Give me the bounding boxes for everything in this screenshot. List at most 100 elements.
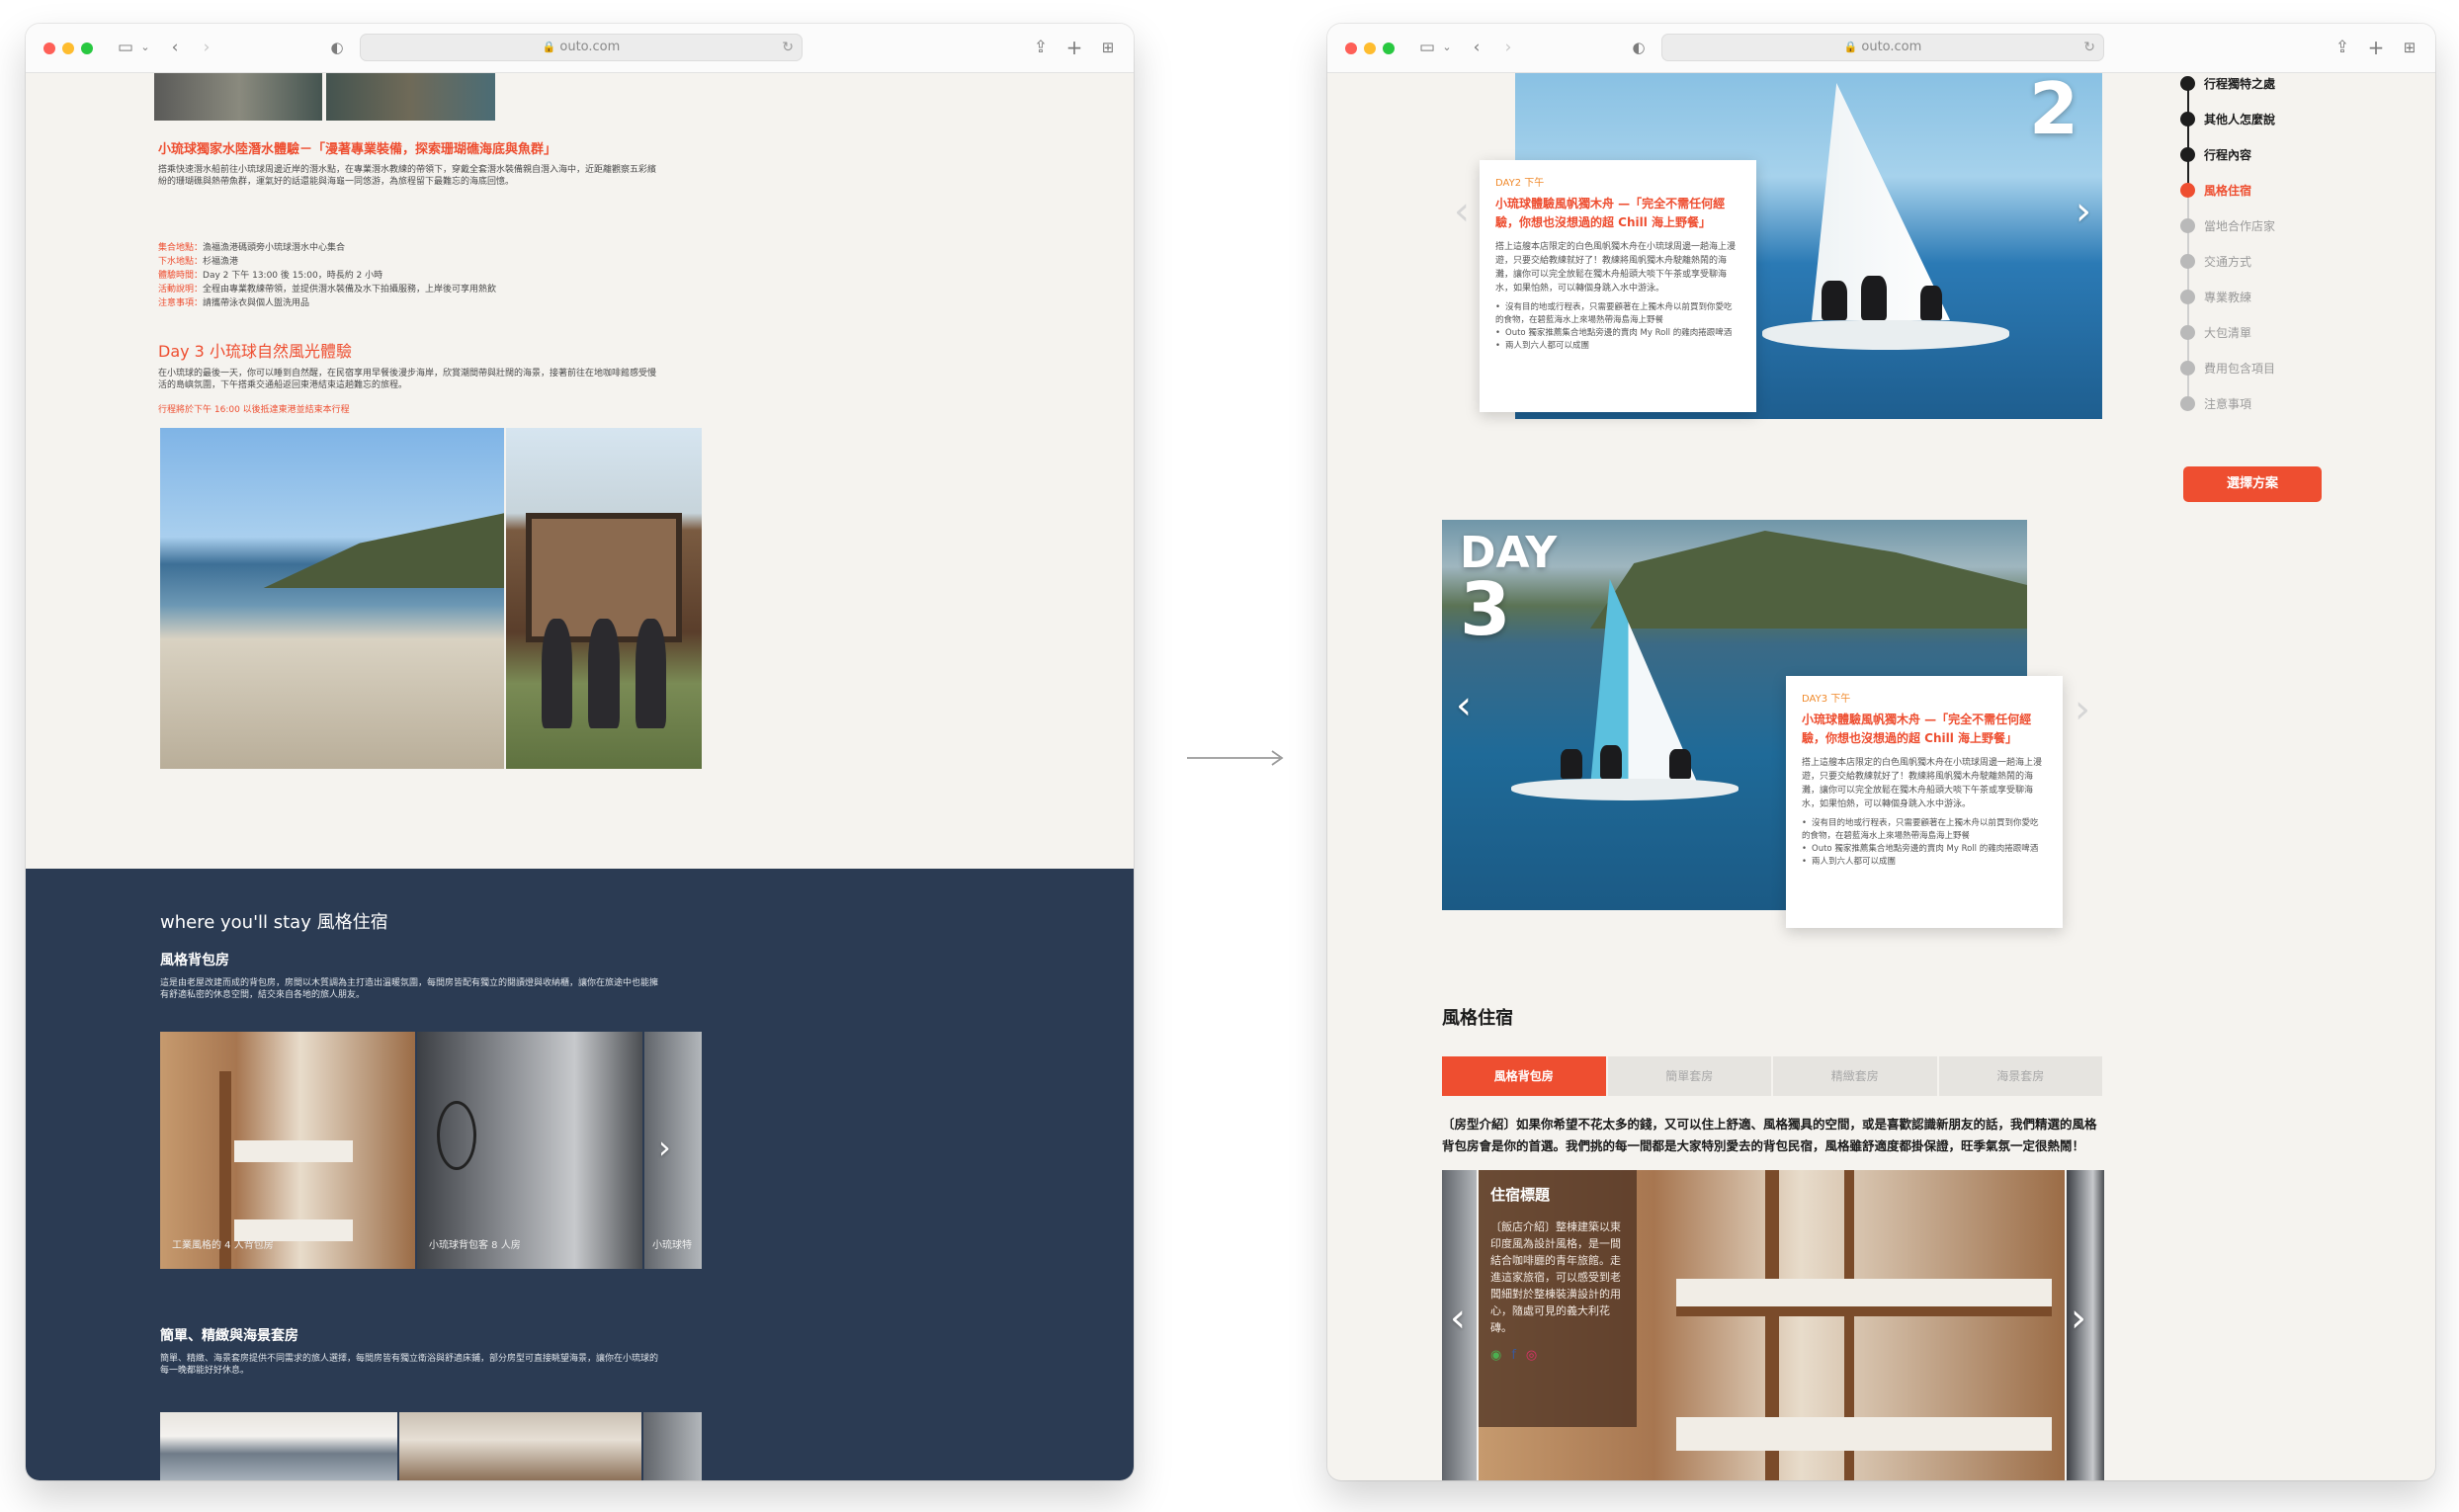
accommodation-description: 〔飯店介紹〕整棟建築以東印度風為設計風格，是一間結合咖啡廳的青年旅館。走進這家旅… (1490, 1220, 1621, 1334)
minimize-window-button[interactable] (1364, 42, 1376, 54)
address-bar[interactable]: 🔒 outo.com ↻ (1661, 34, 2104, 61)
toc-item-itinerary[interactable]: 行程內容 (2175, 144, 2251, 164)
new-tab-icon[interactable]: + (1063, 37, 1085, 58)
zoom-window-button[interactable] (1383, 42, 1395, 54)
room-intro: 〔房型介紹〕如果你希望不花太多的錢，又可以住上舒適、風格獨具的空間，或是喜歡認識… (1442, 1117, 2097, 1153)
toc-item-transport[interactable]: 交通方式 (2175, 251, 2251, 271)
tab-overview-icon[interactable]: ⊞ (2399, 37, 2420, 58)
sidebar-toggle-icon[interactable]: ▭ (115, 37, 136, 58)
chevron-down-icon[interactable]: ⌄ (1436, 37, 1458, 58)
shield-icon[interactable]: ◐ (1628, 37, 1650, 58)
carousel-prev-arrow[interactable]: ‹ (1454, 192, 1470, 231)
reef-photo (154, 73, 495, 121)
meta-value: 全程由專業教練帶領，並提供潛水裝備及水下拍攝服務，上岸後可享用熱飲 (203, 285, 497, 294)
card-bullet: 兩人到六人都可以成團 (1495, 340, 1740, 353)
toc-item-inclusions[interactable]: 費用包含項目 (2175, 358, 2275, 378)
new-tab-icon[interactable]: + (2365, 37, 2387, 58)
carousel-next-arrow[interactable]: › (2075, 690, 2090, 729)
tab-overview-icon[interactable]: ⊞ (1097, 37, 1119, 58)
day-number: 2 (2029, 73, 2079, 150)
reload-icon[interactable]: ↻ (782, 35, 794, 60)
toc-item-partners[interactable]: 當地合作店家 (2175, 215, 2275, 235)
instagram-icon[interactable]: ◎ (1526, 1348, 1537, 1363)
toc-item-packing-list[interactable]: 大包清單 (2175, 322, 2251, 342)
stay-section: where you'll stay 風格住宿 風格背包房 這是由老屋改建而成的背… (26, 869, 1134, 1480)
facebook-icon[interactable]: f (1511, 1348, 1516, 1363)
card-bullet: 兩人到六人都可以成團 (1802, 856, 2047, 869)
lock-icon: 🔒 (542, 41, 556, 53)
meta-value: 杉福漁港 (203, 257, 239, 267)
sidebar-toggle-icon[interactable]: ▭ (1416, 37, 1438, 58)
card-tag: DAY3 下午 (1802, 694, 1851, 705)
chevron-down-icon[interactable]: ⌄ (134, 37, 156, 58)
map-pin-icon[interactable]: ◉ (1490, 1348, 1501, 1363)
card-bullet: Outo 獨家推薦集合地點旁邊的賣肉 My Roll 的雞肉捲跟啤酒 (1495, 327, 1740, 340)
card-description: 搭上這艘本店限定的白色風帆獨木舟在小琉球周邊一趟海上漫遊，只要交給教練就好了！教… (1495, 242, 1737, 294)
meta-label: 集合地點： (158, 243, 204, 253)
page-content-right: 2 ‹ › DAY2 下午 小琉球體驗風帆獨木舟 —「完全不需任何經驗，你想也沒… (1327, 73, 2435, 1480)
url-text: outo.com (559, 40, 621, 54)
day3-note: 行程將於下午 16:00 以後抵達東港並結束本行程 (158, 405, 350, 415)
section-body: 搭乘快速潛水船前往小琉球周邊近岸的潛水點，在專業潛水教練的帶領下，穿戴全套潛水裝… (158, 165, 657, 187)
shield-icon[interactable]: ◐ (326, 37, 348, 58)
tab-backpacker-room[interactable]: 風格背包房 (1442, 1056, 1608, 1096)
forward-arrow-icon[interactable]: › (1497, 37, 1519, 58)
back-arrow-icon[interactable]: ‹ (164, 37, 186, 58)
forward-arrow-icon[interactable]: › (196, 37, 217, 58)
toc-item-highlights[interactable]: 行程獨特之處 (2175, 73, 2275, 93)
page-content-left: 小琉球獨家水陸潛水體驗－「漫著專業裝備，探索珊瑚礁海底與魚群」 搭乘快速潛水船前… (26, 73, 1134, 1480)
share-icon[interactable]: ⇪ (2332, 37, 2353, 58)
url-text: outo.com (1861, 40, 1922, 54)
card-tag: DAY2 下午 (1495, 178, 1545, 189)
card-bullet-list: 沒有目的地或行程表，只需要顧著在上獨木舟以前買到你愛吃的食物，在碧藍海水上來場熱… (1802, 817, 2047, 869)
share-icon[interactable]: ⇪ (1030, 37, 1052, 58)
toc-item-stay[interactable]: 風格住宿 (2175, 180, 2251, 200)
card-bullet: 沒有目的地或行程表，只需要顧著在上獨木舟以前買到你愛吃的食物，在碧藍海水上來場熱… (1802, 817, 2047, 843)
back-arrow-icon[interactable]: ‹ (1466, 37, 1487, 58)
zoom-window-button[interactable] (81, 42, 93, 54)
carousel-prev-arrow[interactable]: ‹ (1450, 1299, 1466, 1338)
stay-heading: where you'll stay 風格住宿 (160, 912, 388, 933)
carousel-next-arrow[interactable]: › (2071, 1299, 2086, 1338)
beach-photo (160, 428, 504, 769)
minimize-window-button[interactable] (62, 42, 74, 54)
photo-caption: 工業風格的 4 人背包房 (172, 1240, 274, 1251)
toc-item-coaches[interactable]: 專業教練 (2175, 287, 2251, 306)
window-controls (43, 42, 93, 54)
accommodation-links: ◉ f ◎ (1490, 1348, 1625, 1363)
close-window-button[interactable] (1345, 42, 1357, 54)
meta-label: 活動說明： (158, 285, 204, 294)
card-bullet-list: 沒有目的地或行程表，只需要顧著在上獨木舟以前買到你愛吃的食物，在碧藍海水上來場熱… (1495, 301, 1740, 353)
photo-caption: 小琉球背包客 8 人房 (429, 1240, 521, 1251)
friends-picnic-photo (506, 428, 702, 769)
transition-arrow-icon (1187, 750, 1284, 766)
card-title: 小琉球體驗風帆獨木舟 —「完全不需任何經驗，你想也沒想過的超 Chill 海上野… (1495, 197, 1726, 229)
reload-icon[interactable]: ↻ (2083, 35, 2095, 60)
browser-window-right: ▭ ⌄ ‹ › ◐ 🔒 outo.com ↻ ⇪ + ⊞ 2 ‹ › DAY2 下… (1327, 24, 2435, 1480)
meta-value: 漁福漁港碼頭旁小琉球潛水中心集合 (203, 243, 346, 253)
card-description: 搭上這艘本店限定的白色風帆獨木舟在小琉球周邊一趟海上漫遊，只要交給教練就好了！教… (1802, 758, 2043, 809)
stay-heading: 風格住宿 (1442, 1008, 1513, 1029)
card-bullet: Outo 獨家推薦集合地點旁邊的賣肉 My Roll 的雞肉捲跟啤酒 (1802, 843, 2047, 856)
tab-simple-suite[interactable]: 簡單套房 (1607, 1056, 1773, 1096)
photo-caption: 小琉球特 (652, 1240, 692, 1251)
room-photo: 小琉球背包客 8 人房 (417, 1032, 642, 1269)
carousel-next-arrow[interactable]: › (658, 1128, 671, 1167)
card-title: 小琉球體驗風帆獨木舟 —「完全不需任何經驗，你想也沒想過的超 Chill 海上野… (1802, 713, 2032, 745)
browser-toolbar: ▭ ⌄ ‹ › ◐ 🔒 outo.com ↻ ⇪ + ⊞ (1327, 24, 2435, 73)
meta-label: 下水地點： (158, 257, 204, 267)
window-controls (1345, 42, 1395, 54)
day3-activity-card: DAY3 下午 小琉球體驗風帆獨木舟 —「完全不需任何經驗，你想也沒想過的超 C… (1786, 676, 2063, 928)
select-plan-button[interactable]: 選擇方案 (2183, 466, 2322, 502)
toc-item-reviews[interactable]: 其他人怎麼說 (2175, 109, 2275, 128)
meta-value: 請攜帶泳衣與個人盥洗用品 (203, 298, 310, 308)
section-nav: 行程獨特之處 其他人怎麼說 行程內容 風格住宿 當地合作店家 交通方式 專業教練… (2175, 73, 2333, 449)
toc-item-notes[interactable]: 注意事項 (2175, 393, 2251, 413)
carousel-next-arrow[interactable]: › (2076, 192, 2091, 231)
address-bar[interactable]: 🔒 outo.com ↻ (360, 34, 803, 61)
tab-seaview-suite[interactable]: 海景套房 (1938, 1056, 2104, 1096)
carousel-prev-arrow[interactable]: ‹ (1456, 686, 1472, 725)
room-photo: 工業風格的 4 人背包房 (160, 1032, 415, 1269)
close-window-button[interactable] (43, 42, 55, 54)
tab-deluxe-suite[interactable]: 精緻套房 (1773, 1056, 1939, 1096)
